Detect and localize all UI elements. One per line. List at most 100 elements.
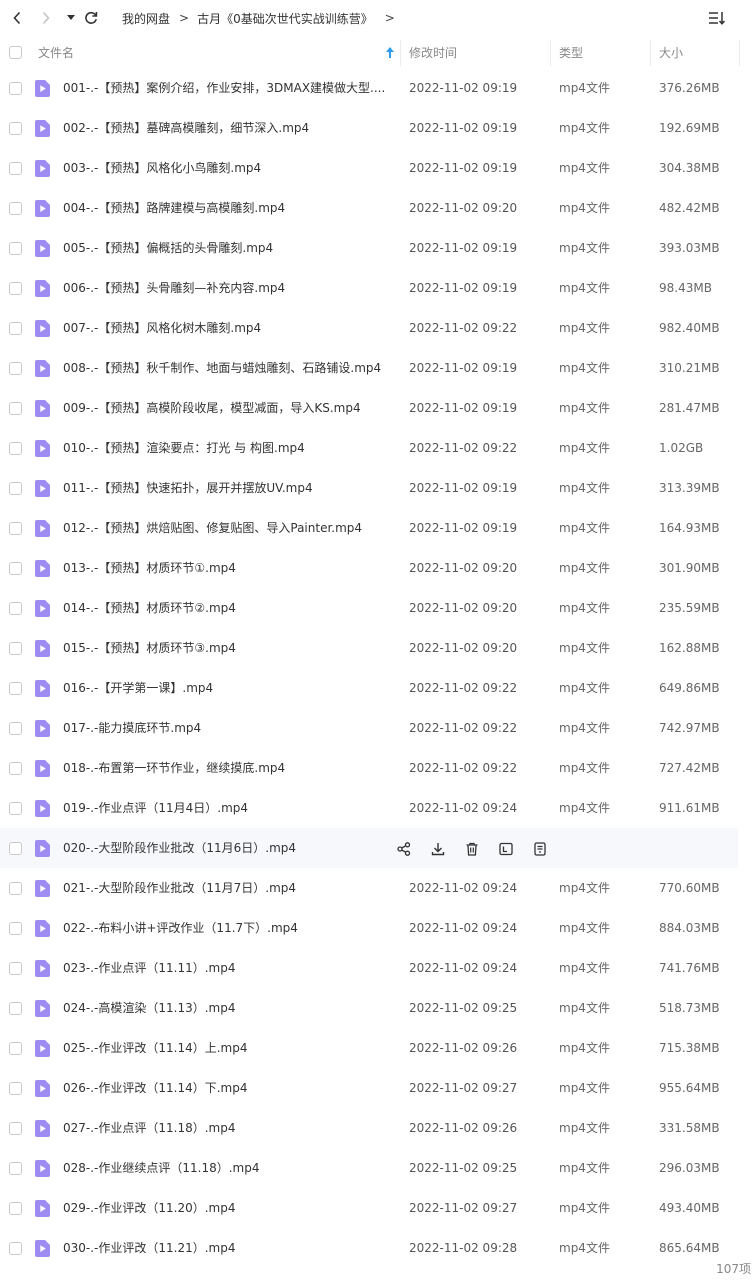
file-row[interactable]: 003-.-【预热】风格化小鸟雕刻.mp4 2022-11-02 09:19 m… [0, 148, 753, 188]
header-name-column[interactable]: 文件名 [38, 36, 74, 69]
column-divider[interactable] [550, 40, 551, 66]
row-checkbox[interactable] [9, 82, 22, 95]
file-name[interactable]: 001-.-【预热】案例介绍，作业安排，3DMAX建模做大型.... [63, 68, 393, 108]
file-name[interactable]: 004-.-【预热】路牌建模与高模雕刻.mp4 [63, 188, 393, 228]
back-button[interactable] [6, 7, 28, 29]
row-checkbox[interactable] [9, 442, 22, 455]
file-name[interactable]: 028-.-作业继续点评（11.18）.mp4 [63, 1148, 393, 1188]
file-row[interactable]: 014-.-【预热】材质环节②.mp4 2022-11-02 09:20 mp4… [0, 588, 753, 628]
file-row[interactable]: 004-.-【预热】路牌建模与高模雕刻.mp4 2022-11-02 09:20… [0, 188, 753, 228]
file-name[interactable]: 025-.-作业评改（11.14）上.mp4 [63, 1028, 393, 1068]
row-checkbox[interactable] [9, 962, 22, 975]
row-checkbox[interactable] [9, 1122, 22, 1135]
file-row[interactable]: 009-.-【预热】高模阶段收尾，模型减面，导入KS.mp4 2022-11-0… [0, 388, 753, 428]
row-checkbox[interactable] [9, 1082, 22, 1095]
file-name[interactable]: 008-.-【预热】秋千制作、地面与蜡烛雕刻、石路铺设.mp4 [63, 348, 393, 388]
file-row[interactable]: 007-.-【预热】风格化树木雕刻.mp4 2022-11-02 09:22 m… [0, 308, 753, 348]
rename-button[interactable] [495, 838, 516, 859]
refresh-button[interactable] [80, 7, 102, 29]
row-checkbox[interactable] [9, 922, 22, 935]
breadcrumb-item-root[interactable]: 我的网盘 [122, 10, 170, 27]
header-time-column[interactable]: 修改时间 [409, 36, 457, 69]
file-row[interactable]: 017-.-能力摸底环节.mp4 2022-11-02 09:22 mp4文件 … [0, 708, 753, 748]
row-checkbox[interactable] [9, 362, 22, 375]
file-row[interactable]: 021-.-大型阶段作业批改（11月7日）.mp4 2022-11-02 09:… [0, 868, 753, 908]
file-row[interactable]: 011-.-【预热】快速拓扑，展开并摆放UV.mp4 2022-11-02 09… [0, 468, 753, 508]
row-checkbox[interactable] [9, 642, 22, 655]
file-row[interactable]: 029-.-作业评改（11.20）.mp4 2022-11-02 09:27 m… [0, 1188, 753, 1228]
row-checkbox[interactable] [9, 322, 22, 335]
row-checkbox[interactable] [9, 282, 22, 295]
row-checkbox[interactable] [9, 162, 22, 175]
file-row[interactable]: 024-.-高模渲染（11.13）.mp4 2022-11-02 09:25 m… [0, 988, 753, 1028]
file-name[interactable]: 017-.-能力摸底环节.mp4 [63, 708, 393, 748]
file-name[interactable]: 014-.-【预热】材质环节②.mp4 [63, 588, 393, 628]
file-name[interactable]: 010-.-【预热】渲染要点：打光 与 构图.mp4 [63, 428, 393, 468]
column-divider[interactable] [739, 40, 740, 66]
delete-button[interactable] [461, 838, 482, 859]
row-checkbox[interactable] [9, 1002, 22, 1015]
row-checkbox[interactable] [9, 842, 22, 855]
row-checkbox[interactable] [9, 402, 22, 415]
file-name[interactable]: 020-.-大型阶段作业批改（11月6日）.mp4 [63, 828, 383, 868]
file-row[interactable]: 012-.-【预热】烘焙贴图、修复贴图、导入Painter.mp4 2022-1… [0, 508, 753, 548]
file-row[interactable]: 002-.-【预热】墓碑高模雕刻，细节深入.mp4 2022-11-02 09:… [0, 108, 753, 148]
file-name[interactable]: 019-.-作业点评（11月4日）.mp4 [63, 788, 393, 828]
file-name[interactable]: 015-.-【预热】材质环节③.mp4 [63, 628, 393, 668]
file-name[interactable]: 002-.-【预热】墓碑高模雕刻，细节深入.mp4 [63, 108, 393, 148]
row-checkbox[interactable] [9, 762, 22, 775]
file-row[interactable]: 020-.-大型阶段作业批改（11月6日）.mp4 [0, 828, 738, 868]
row-checkbox[interactable] [9, 562, 22, 575]
file-name[interactable]: 018-.-布置第一环节作业，继续摸底.mp4 [63, 748, 393, 788]
file-name[interactable]: 024-.-高模渲染（11.13）.mp4 [63, 988, 393, 1028]
file-row[interactable]: 005-.-【预热】偏概括的头骨雕刻.mp4 2022-11-02 09:19 … [0, 228, 753, 268]
column-divider[interactable] [400, 40, 401, 66]
file-name[interactable]: 027-.-作业点评（11.18）.mp4 [63, 1108, 393, 1148]
file-row[interactable]: 025-.-作业评改（11.14）上.mp4 2022-11-02 09:26 … [0, 1028, 753, 1068]
file-row[interactable]: 016-.-【开学第一课】.mp4 2022-11-02 09:22 mp4文件… [0, 668, 753, 708]
row-checkbox[interactable] [9, 482, 22, 495]
file-row[interactable]: 030-.-作业评改（11.21）.mp4 2022-11-02 09:28 m… [0, 1228, 753, 1268]
header-type-column[interactable]: 类型 [559, 36, 583, 69]
file-name[interactable]: 006-.-【预热】头骨雕刻—补充内容.mp4 [63, 268, 393, 308]
header-size-column[interactable]: 大小 [659, 36, 683, 69]
row-checkbox[interactable] [9, 202, 22, 215]
more-button[interactable] [529, 838, 550, 859]
file-name[interactable]: 029-.-作业评改（11.20）.mp4 [63, 1188, 393, 1228]
file-name[interactable]: 007-.-【预热】风格化树木雕刻.mp4 [63, 308, 393, 348]
file-name[interactable]: 026-.-作业评改（11.14）下.mp4 [63, 1068, 393, 1108]
file-name[interactable]: 013-.-【预热】材质环节①.mp4 [63, 548, 393, 588]
file-row[interactable]: 008-.-【预热】秋千制作、地面与蜡烛雕刻、石路铺设.mp4 2022-11-… [0, 348, 753, 388]
file-name[interactable]: 021-.-大型阶段作业批改（11月7日）.mp4 [63, 868, 393, 908]
row-checkbox[interactable] [9, 1162, 22, 1175]
file-name[interactable]: 023-.-作业点评（11.11）.mp4 [63, 948, 393, 988]
file-row[interactable]: 015-.-【预热】材质环节③.mp4 2022-11-02 09:20 mp4… [0, 628, 753, 668]
row-checkbox[interactable] [9, 1202, 22, 1215]
file-name[interactable]: 003-.-【预热】风格化小鸟雕刻.mp4 [63, 148, 393, 188]
row-checkbox[interactable] [9, 522, 22, 535]
row-checkbox[interactable] [9, 682, 22, 695]
download-button[interactable] [427, 838, 448, 859]
file-row[interactable]: 019-.-作业点评（11月4日）.mp4 2022-11-02 09:24 m… [0, 788, 753, 828]
file-name[interactable]: 022-.-布料小讲+评改作业（11.7下）.mp4 [63, 908, 393, 948]
file-row[interactable]: 001-.-【预热】案例介绍，作业安排，3DMAX建模做大型.... 2022-… [0, 68, 753, 108]
row-checkbox[interactable] [9, 602, 22, 615]
file-row[interactable]: 027-.-作业点评（11.18）.mp4 2022-11-02 09:26 m… [0, 1108, 753, 1148]
file-name[interactable]: 030-.-作业评改（11.21）.mp4 [63, 1228, 393, 1268]
row-checkbox[interactable] [9, 1042, 22, 1055]
file-name[interactable]: 012-.-【预热】烘焙贴图、修复贴图、导入Painter.mp4 [63, 508, 393, 548]
row-checkbox[interactable] [9, 242, 22, 255]
file-row[interactable]: 028-.-作业继续点评（11.18）.mp4 2022-11-02 09:25… [0, 1148, 753, 1188]
row-checkbox[interactable] [9, 1242, 22, 1255]
row-checkbox[interactable] [9, 802, 22, 815]
column-divider[interactable] [650, 40, 651, 66]
file-row[interactable]: 006-.-【预热】头骨雕刻—补充内容.mp4 2022-11-02 09:19… [0, 268, 753, 308]
forward-button[interactable] [35, 7, 57, 29]
select-all-checkbox[interactable] [9, 46, 22, 59]
file-row[interactable]: 023-.-作业点评（11.11）.mp4 2022-11-02 09:24 m… [0, 948, 753, 988]
file-name[interactable]: 016-.-【开学第一课】.mp4 [63, 668, 393, 708]
file-name[interactable]: 011-.-【预热】快速拓扑，展开并摆放UV.mp4 [63, 468, 393, 508]
row-checkbox[interactable] [9, 122, 22, 135]
file-name[interactable]: 009-.-【预热】高模阶段收尾，模型减面，导入KS.mp4 [63, 388, 393, 428]
row-checkbox[interactable] [9, 882, 22, 895]
